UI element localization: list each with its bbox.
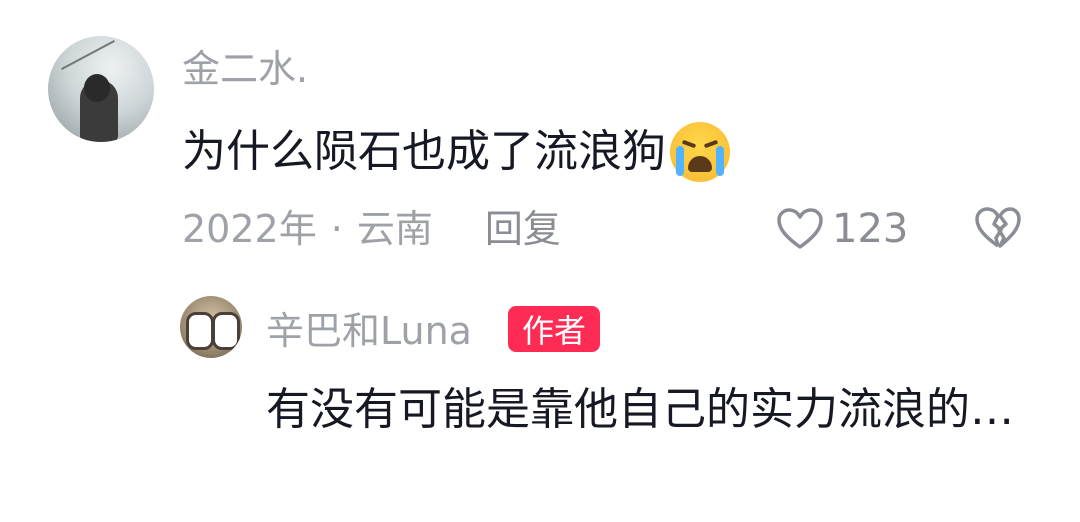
avatar-head-shape <box>84 74 110 102</box>
crying-emoji-icon <box>670 122 730 182</box>
emoji-mouth <box>688 156 712 172</box>
replier-username[interactable]: 辛巴和Luna <box>266 312 472 350</box>
commenter-avatar[interactable] <box>48 36 154 142</box>
comment-meta: 2022年 · 云南 回复 <box>182 210 561 248</box>
avatar-branch-shape <box>61 40 115 70</box>
avatar-dog-left <box>186 312 214 350</box>
avatar-dog-right <box>212 312 240 350</box>
commenter-username[interactable]: 金二水. <box>182 50 308 88</box>
emoji-eye-left <box>681 139 697 149</box>
heart-icon <box>777 208 823 249</box>
meta-separator: · <box>330 207 343 251</box>
author-badge: 作者 <box>508 306 601 352</box>
comment-location: 云南 <box>356 207 433 251</box>
dislike-button[interactable] <box>974 206 1022 254</box>
broken-heart-icon <box>975 207 1021 248</box>
comment-year: 2022年 <box>182 207 317 251</box>
reply-text: 有没有可能是靠他自己的实力流浪的… <box>266 384 1014 435</box>
like-button[interactable]: 123 <box>776 206 908 252</box>
reply-button[interactable]: 回复 <box>485 210 561 248</box>
comment-body: 为什么陨石也成了流浪狗 <box>182 122 730 182</box>
comment-text: 为什么陨石也成了流浪狗 <box>182 126 666 177</box>
like-count: 123 <box>832 206 909 252</box>
emoji-tear-left <box>676 146 684 176</box>
replier-avatar[interactable] <box>180 296 242 358</box>
emoji-tear-right <box>716 146 724 176</box>
